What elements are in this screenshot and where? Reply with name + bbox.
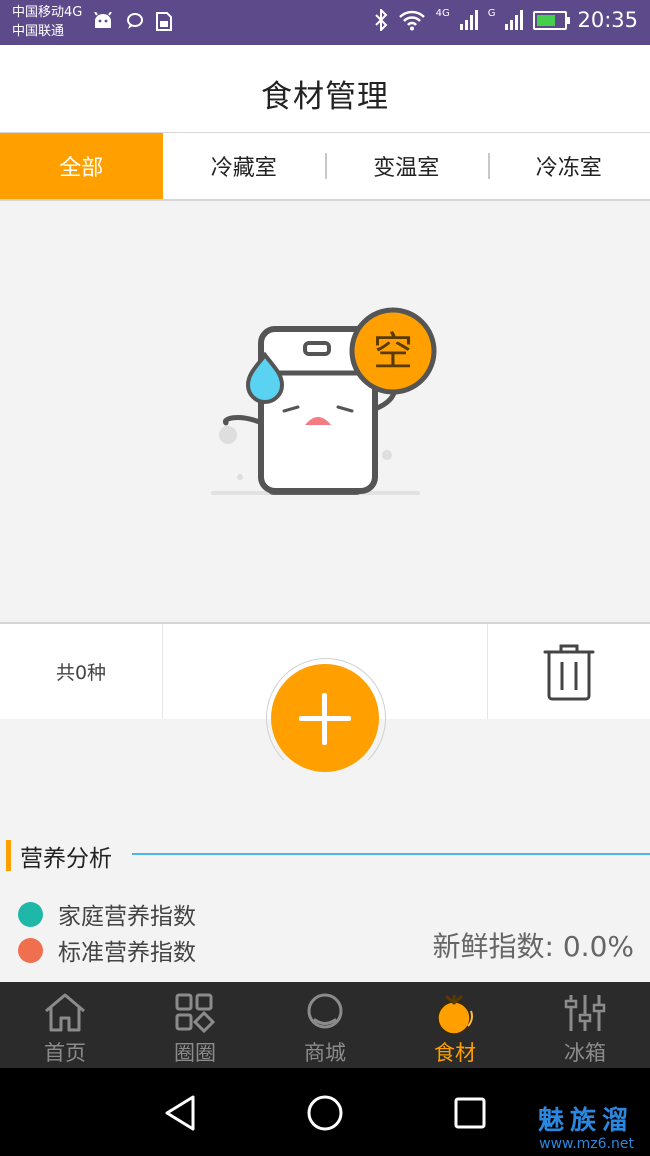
nav-home[interactable]: 首页 <box>0 982 130 1068</box>
tab-refrigerator[interactable]: 冷藏室 <box>163 133 326 199</box>
back-icon[interactable] <box>161 1093 201 1133</box>
nutrition-section-header: 营养分析 <box>0 836 650 874</box>
sim-icon <box>156 12 172 31</box>
nav-fridge-label: 冰箱 <box>564 1041 606 1065</box>
nav-home-label: 首页 <box>44 1041 86 1065</box>
section-divider <box>132 853 650 855</box>
signal-2-icon <box>505 10 524 30</box>
section-title: 营养分析 <box>20 846 112 872</box>
section-accent-bar <box>6 840 11 871</box>
bluetooth-icon <box>374 9 388 31</box>
legend-label-family: 家庭营养指数 <box>58 904 196 930</box>
watermark-brand: 魅族溜 <box>537 1106 634 1136</box>
add-food-button[interactable] <box>271 664 379 772</box>
home-button-icon[interactable] <box>305 1093 345 1133</box>
nav-ingredients-label: 食材 <box>434 1041 476 1065</box>
status-bar: 中国移动4G 中国联通 4G G 20:35 <box>0 0 650 45</box>
nav-mall[interactable]: 商城 <box>260 982 390 1068</box>
freshness-value: 0.0% <box>562 930 634 963</box>
nav-circles[interactable]: 圈圈 <box>130 982 260 1068</box>
tab-freezer[interactable]: 冷冻室 <box>487 133 650 199</box>
clock: 20:35 <box>577 8 638 32</box>
recent-apps-icon[interactable] <box>450 1093 490 1133</box>
home-icon <box>45 993 85 1032</box>
watermark-site: www.mz6.net <box>539 1136 634 1152</box>
empty-state: 空 <box>0 201 650 621</box>
nav-fridge[interactable]: 冰箱 <box>520 982 650 1068</box>
trash-icon[interactable] <box>541 642 597 702</box>
system-nav-bar: 魅族溜 www.mz6.net <box>0 1068 650 1156</box>
nav-circles-label: 圈圈 <box>174 1041 216 1065</box>
freshness-label: 新鲜指数: <box>432 930 554 963</box>
tab-variable-temp[interactable]: 变温室 <box>325 133 488 199</box>
empty-fridge-illustration: 空 <box>211 307 437 495</box>
notification-icons <box>92 12 172 31</box>
carrier-info: 中国移动4G 中国联通 <box>12 3 82 41</box>
legend-standard: 标准营养指数 <box>18 933 196 967</box>
delete-area <box>487 624 650 719</box>
legend-dot-standard <box>18 937 43 963</box>
nav-mall-label: 商城 <box>304 1041 346 1065</box>
page-title: 食材管理 <box>261 79 389 115</box>
item-count: 共0种 <box>0 624 163 719</box>
chat-bubble-icon <box>307 993 343 1029</box>
status-right: 4G G 20:35 <box>374 8 638 32</box>
grid-icon <box>175 993 216 1034</box>
compartment-tabs: 全部 冷藏室 变温室 冷冻室 <box>0 133 650 201</box>
tab-all[interactable]: 全部 <box>0 133 163 199</box>
signal-1-icon <box>459 10 478 30</box>
legend-family: 家庭营养指数 <box>18 897 196 931</box>
title-bar: 食材管理 <box>0 45 650 134</box>
wifi-icon <box>398 10 425 31</box>
battery-icon <box>533 10 571 30</box>
android-icon <box>94 12 112 28</box>
message-icon <box>127 13 143 29</box>
bottom-nav: 首页 圈圈 商城 食材 冰箱 <box>0 982 650 1068</box>
sliders-icon <box>564 995 606 1031</box>
empty-badge-text: 空 <box>373 329 413 375</box>
nav-ingredients[interactable]: 食材 <box>390 982 520 1068</box>
net-type-1: 4G <box>435 8 450 19</box>
freshness-index: 新鲜指数: 0.0% <box>433 925 634 965</box>
carrier-2: 中国联通 <box>12 24 65 39</box>
watermark: 魅族溜 www.mz6.net <box>538 1106 634 1152</box>
legend-label-standard: 标准营养指数 <box>58 940 196 966</box>
net-type-2: G <box>487 8 496 19</box>
legend-dot-family <box>18 901 43 927</box>
orange-icon <box>437 994 473 1035</box>
carrier-1: 中国移动4G <box>12 5 83 20</box>
